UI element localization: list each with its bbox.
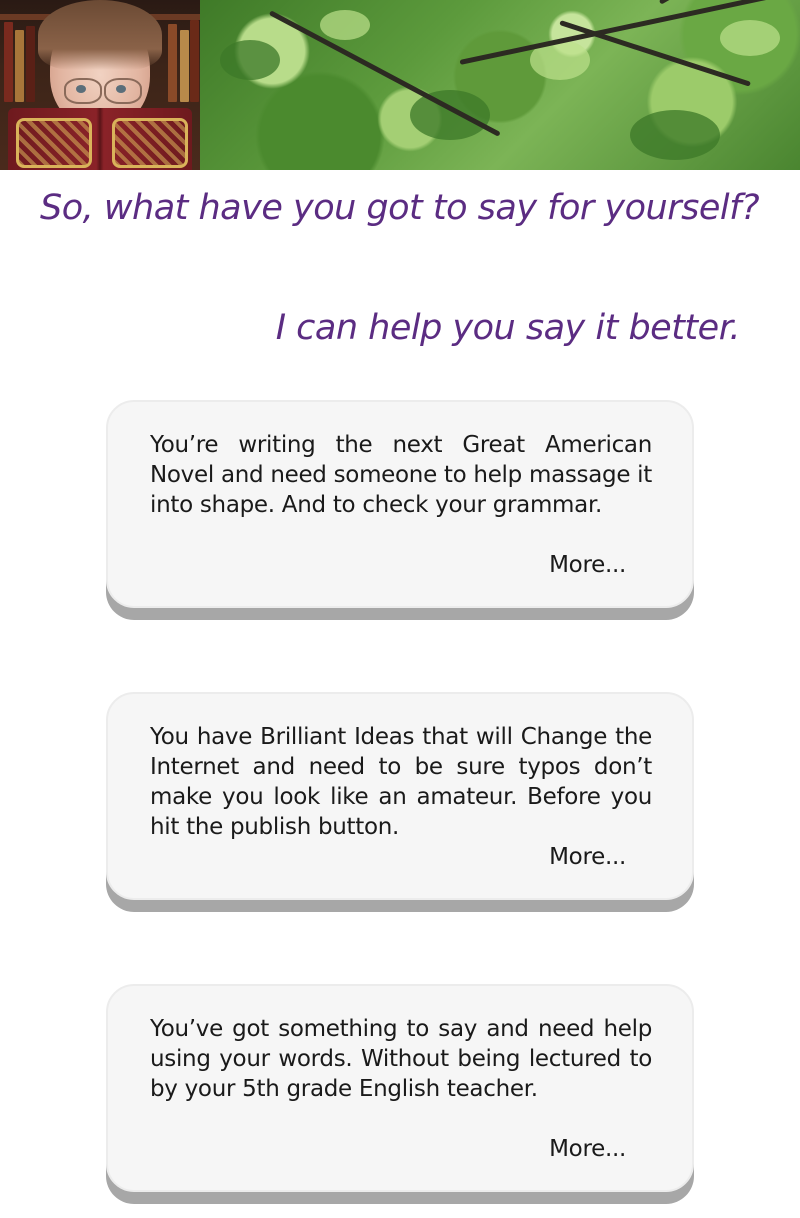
book-ornament — [112, 118, 188, 168]
subheadline: I can help you say it better. — [275, 308, 741, 348]
headline: So, what have you got to say for yoursel… — [40, 188, 760, 228]
open-book — [8, 108, 192, 170]
book-spine — [168, 24, 177, 102]
leaf-cluster — [720, 20, 780, 56]
portrait-image — [0, 0, 200, 170]
book-spine — [180, 30, 189, 102]
eye — [116, 85, 126, 93]
branch — [268, 10, 501, 137]
leaf-cluster — [320, 10, 370, 40]
book-spine — [26, 26, 35, 102]
more-link[interactable]: More... — [549, 1134, 626, 1164]
book-spine — [190, 20, 199, 102]
leaf-cluster — [220, 40, 280, 80]
service-card-words: You’ve got something to say and need hel… — [106, 984, 694, 1192]
header-banner — [0, 0, 800, 170]
service-card-novel: You’re writing the next Great American N… — [106, 400, 694, 608]
card-text: You have Brilliant Ideas that will Chang… — [150, 724, 652, 840]
book-ornament — [16, 118, 92, 168]
eye — [76, 85, 86, 93]
tree-canopy-image — [200, 0, 800, 170]
service-card-ideas: You have Brilliant Ideas that will Chang… — [106, 692, 694, 900]
leaf-cluster — [630, 110, 720, 160]
leaf-cluster — [410, 90, 490, 140]
book-spine — [4, 22, 13, 102]
card-text: You’re writing the next Great American N… — [150, 432, 652, 518]
book-spine — [15, 30, 24, 102]
hair — [38, 0, 162, 70]
more-link[interactable]: More... — [549, 550, 626, 580]
card-text: You’ve got something to say and need hel… — [150, 1016, 652, 1102]
more-link[interactable]: More... — [549, 842, 626, 872]
